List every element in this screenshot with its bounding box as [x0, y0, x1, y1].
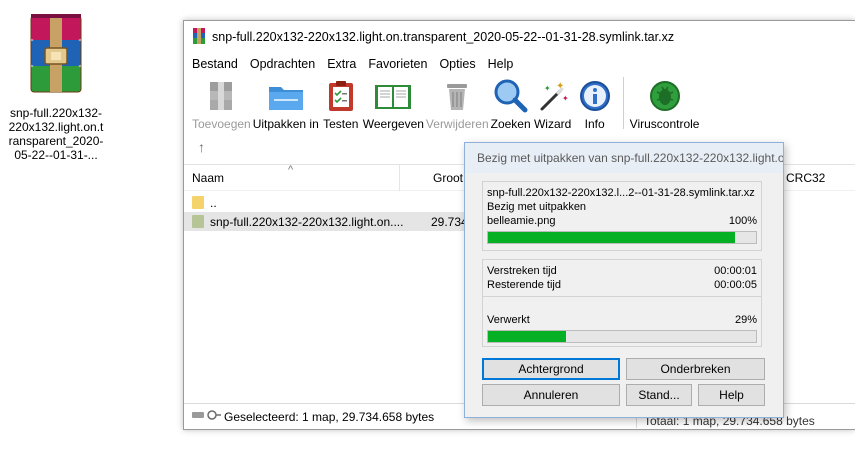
virus-scan-button[interactable]: Viruscontrole — [629, 77, 700, 131]
pause-button[interactable]: Onderbreken — [626, 358, 765, 380]
magnifier-icon — [491, 77, 531, 115]
extract-to-label: Uitpakken in — [252, 117, 319, 131]
test-clipboard-icon — [321, 77, 361, 115]
desktop: snp-full.220x132-220x132.light.on.transp… — [0, 0, 855, 475]
up-arrow-icon[interactable]: ↑ — [198, 139, 205, 155]
background-button[interactable]: Achtergrond — [482, 358, 620, 380]
menu-bestand[interactable]: Bestand — [186, 57, 244, 71]
menu-opties[interactable]: Opties — [433, 57, 481, 71]
menu-favorieten[interactable]: Favorieten — [362, 57, 433, 71]
virus-bug-icon — [645, 77, 685, 115]
help-button[interactable]: Help — [698, 384, 765, 406]
view-book-icon — [373, 77, 413, 115]
folder-icon — [192, 215, 204, 228]
svg-text:✦: ✦ — [562, 94, 569, 103]
column-size-label: Groot — [433, 170, 464, 185]
desktop-archive-shortcut[interactable]: snp-full.220x132-220x132.light.on.transp… — [8, 14, 104, 162]
folder-icon — [192, 196, 204, 209]
list-item-name: .. — [210, 195, 217, 210]
file-progress-fill — [488, 232, 735, 243]
processed-percent: 29% — [734, 314, 757, 326]
dialog-title[interactable]: Bezig met uitpakken van snp-full.220x132… — [465, 143, 783, 173]
find-label: Zoeken — [490, 117, 531, 131]
list-item-selected[interactable]: snp-full.220x132-220x132.light.on.... 29… — [184, 212, 504, 231]
wizard-label: Wizard — [533, 117, 572, 131]
view-label: Weergeven — [362, 117, 424, 131]
remaining-label: Resterende tijd — [487, 279, 561, 291]
svg-text:✦: ✦ — [544, 84, 551, 93]
wizard-button[interactable]: ✦ ✦ ✦ Wizard — [533, 77, 573, 131]
toolbar: Toevoegen Uitpakken in Testen Weergeven … — [184, 75, 855, 133]
drive-key-icon — [192, 409, 224, 424]
add-label: Toevoegen — [192, 117, 251, 131]
action-line: Bezig met uitpakken — [483, 200, 761, 214]
total-progress-bar — [487, 330, 757, 343]
svg-text:✦: ✦ — [556, 81, 564, 92]
test-label: Testen — [323, 117, 359, 131]
total-progress-group: Verwerkt 29% — [482, 297, 762, 347]
current-file-group: snp-full.220x132-220x132.l...2--01-31-28… — [482, 181, 762, 251]
add-archive-icon — [201, 77, 241, 115]
action-text: Bezig met uitpakken — [487, 201, 587, 213]
mode-button[interactable]: Stand... — [626, 384, 692, 406]
title-bar[interactable]: snp-full.220x132-220x132.light.on.transp… — [184, 21, 855, 53]
current-file-name: belleamie.png — [487, 215, 556, 227]
find-button[interactable]: Zoeken — [491, 77, 531, 131]
column-crc32[interactable]: CRC32 — [778, 165, 855, 191]
view-button[interactable]: Weergeven — [363, 77, 424, 131]
delete-label: Verwijderen — [425, 117, 489, 131]
cancel-button[interactable]: Annuleren — [482, 384, 620, 406]
remaining-line: Resterende tijd 00:00:05 — [483, 278, 761, 292]
elapsed-value: 00:00:01 — [714, 265, 757, 277]
test-button[interactable]: Testen — [321, 77, 361, 131]
app-icon — [192, 27, 206, 47]
add-button[interactable]: Toevoegen — [192, 77, 251, 131]
menu-extra[interactable]: Extra — [321, 57, 362, 71]
window-title: snp-full.220x132-220x132.light.on.transp… — [212, 30, 675, 44]
delete-button[interactable]: Verwijderen — [426, 77, 489, 131]
elapsed-label: Verstreken tijd — [487, 265, 557, 277]
current-file-line: belleamie.png 100% — [483, 214, 761, 228]
menu-opdrachten[interactable]: Opdrachten — [244, 57, 321, 71]
processed-label: Verwerkt — [487, 314, 530, 326]
column-name[interactable]: Naam ^ — [184, 164, 400, 191]
elapsed-line: Verstreken tijd 00:00:01 — [483, 264, 761, 278]
menu-help[interactable]: Help — [482, 57, 520, 71]
info-icon — [575, 77, 615, 115]
total-progress-fill — [488, 331, 566, 342]
status-selected: Geselecteerd: 1 map, 29.734.658 bytes — [224, 409, 435, 424]
sort-ascending-icon: ^ — [288, 163, 294, 176]
menu-bar: Bestand Opdrachten Extra Favorieten Opti… — [184, 53, 855, 75]
archive-name: snp-full.220x132-220x132.l...2--01-31-28… — [487, 187, 755, 199]
desktop-archive-label: snp-full.220x132-220x132.light.on.transp… — [8, 106, 104, 162]
column-name-label: Naam — [192, 170, 225, 185]
wizard-wand-icon: ✦ ✦ ✦ — [533, 77, 573, 115]
virus-scan-label: Viruscontrole — [629, 117, 700, 131]
file-percent: 100% — [728, 215, 757, 227]
winrar-archive-icon — [23, 14, 89, 94]
list-item-name: snp-full.220x132-220x132.light.on.... — [210, 214, 404, 229]
toolbar-separator — [622, 77, 624, 129]
extract-folder-icon — [266, 77, 306, 115]
extract-progress-dialog: Bezig met uitpakken van snp-full.220x132… — [464, 142, 784, 418]
extract-to-button[interactable]: Uitpakken in — [253, 77, 319, 131]
file-progress-bar — [487, 231, 757, 244]
trash-icon — [437, 77, 477, 115]
info-label: Info — [584, 117, 605, 131]
archive-name-line: snp-full.220x132-220x132.l...2--01-31-28… — [483, 186, 761, 200]
processed-line: Verwerkt 29% — [483, 313, 761, 327]
time-group: Verstreken tijd 00:00:01 Resterende tijd… — [482, 259, 762, 297]
remaining-value: 00:00:05 — [714, 279, 757, 291]
column-crc32-label: CRC32 — [786, 170, 826, 185]
info-button[interactable]: Info — [575, 77, 615, 131]
